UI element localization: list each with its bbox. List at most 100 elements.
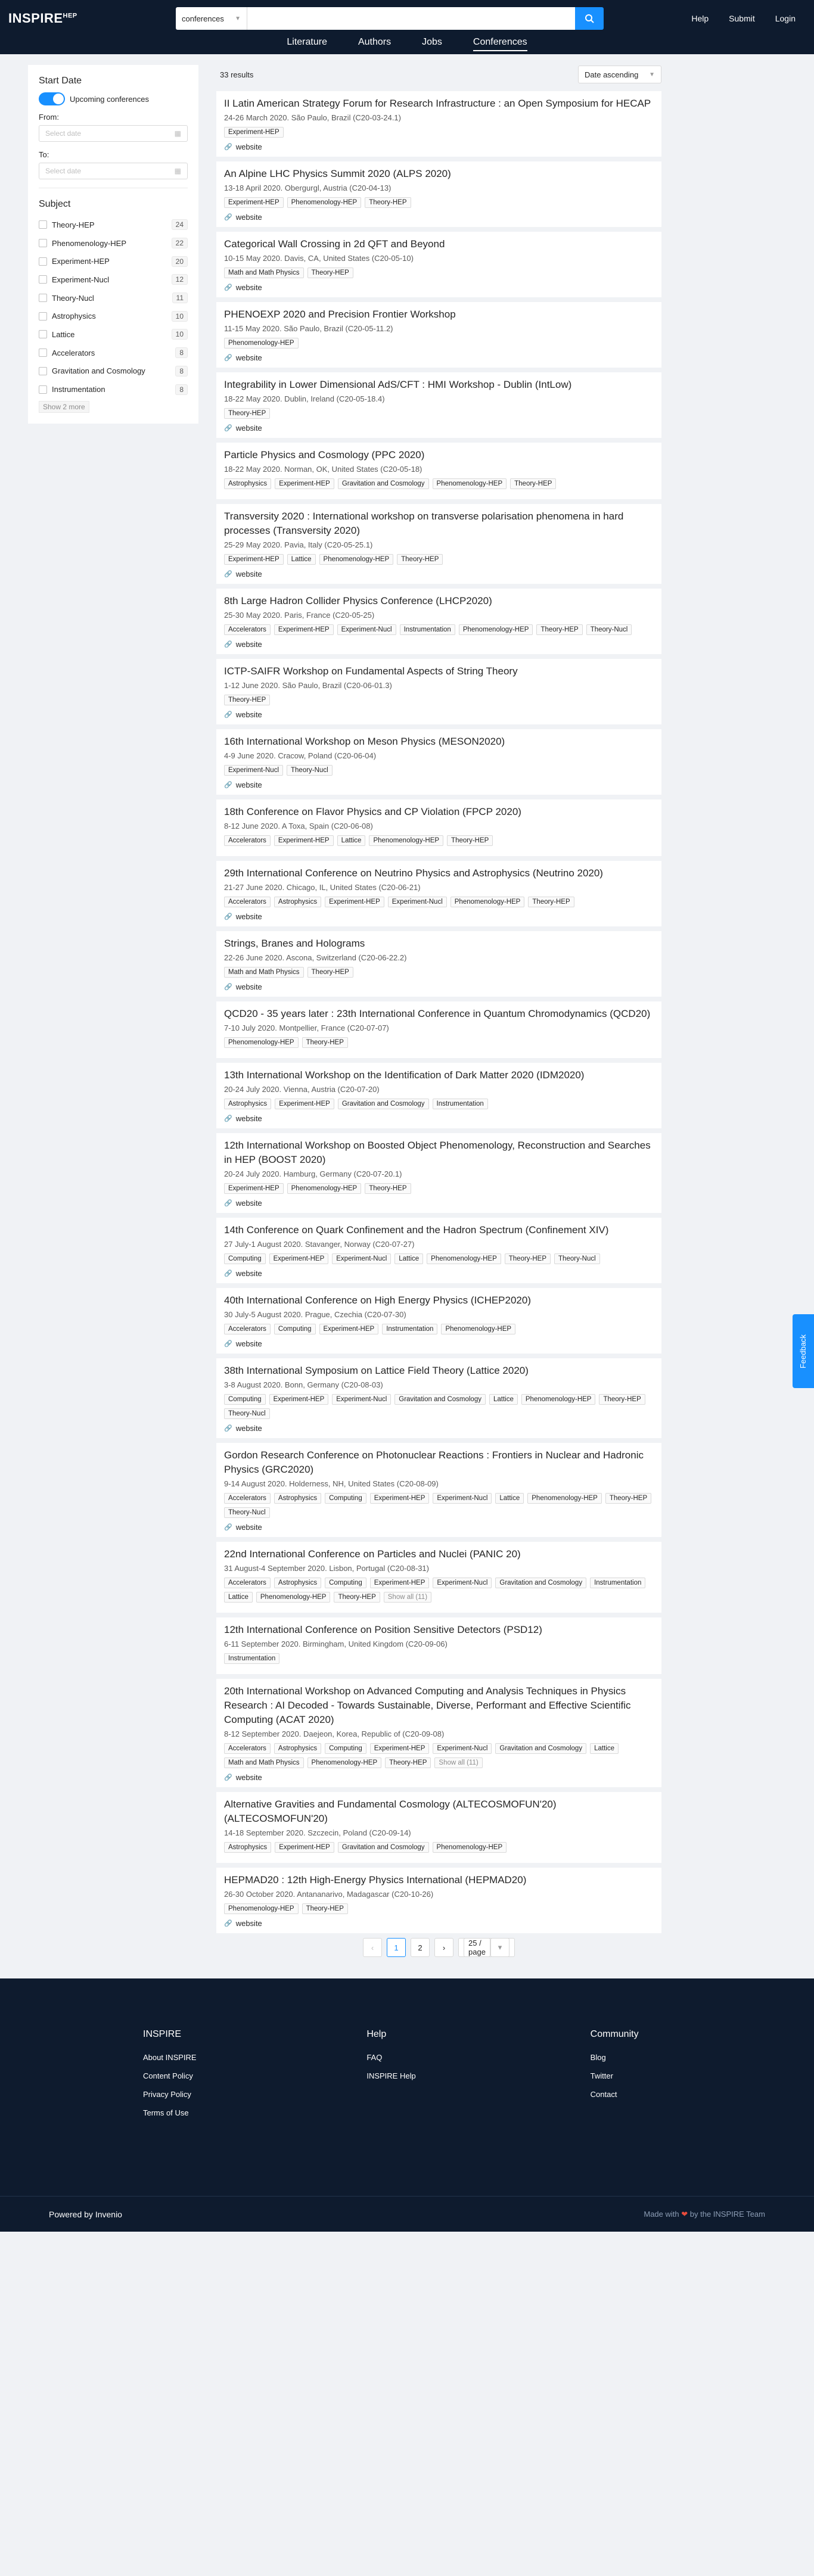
subject-tag[interactable]: Experiment-HEP [369, 1743, 430, 1754]
to-date-input[interactable]: Select date ▦ [39, 163, 188, 179]
conference-title[interactable]: An Alpine LHC Physics Summit 2020 (ALPS … [224, 167, 654, 181]
subject-tag[interactable]: Theory-Nucl [586, 624, 632, 635]
subject-tag[interactable]: Gravitation and Cosmology [337, 1099, 429, 1109]
subject-tag[interactable]: Theory-HEP [528, 897, 574, 907]
checkbox[interactable] [39, 330, 47, 339]
subject-tag[interactable]: Lattice [495, 1493, 524, 1504]
subject-filter-item[interactable]: Instrumentation 8 [39, 380, 188, 399]
subject-tag[interactable]: Phenomenology-HEP [427, 1253, 501, 1264]
subject-tag[interactable]: Theory-HEP [599, 1394, 645, 1405]
conference-title[interactable]: 16th International Workshop on Meson Phy… [224, 735, 654, 749]
subject-filter-item[interactable]: Theory-HEP 24 [39, 216, 188, 234]
subject-tag[interactable]: Computing [325, 1578, 366, 1588]
subject-tag[interactable]: Lattice [224, 1592, 253, 1603]
subject-tag[interactable]: Theory-HEP [334, 1592, 380, 1603]
subject-tag[interactable]: Phenomenology-HEP [224, 338, 299, 349]
subject-tag[interactable]: Experiment-HEP [275, 1842, 334, 1853]
conference-title[interactable]: 40th International Conference on High En… [224, 1293, 654, 1308]
subject-tag[interactable]: Phenomenology-HEP [450, 897, 525, 907]
tab-jobs[interactable]: Jobs [422, 37, 442, 50]
subject-tag[interactable]: Math and Math Physics [224, 1757, 304, 1768]
upcoming-toggle[interactable] [39, 92, 65, 105]
from-date-input[interactable]: Select date ▦ [39, 125, 188, 142]
checkbox[interactable] [39, 385, 47, 394]
subject-tag[interactable]: Astrophysics [274, 1743, 322, 1754]
subject-tag[interactable]: Gravitation and Cosmology [495, 1578, 587, 1588]
search-button[interactable] [575, 7, 604, 30]
nav-link-submit[interactable]: Submit [719, 14, 765, 23]
show-all-tags-button[interactable]: Show all (11) [383, 1592, 432, 1603]
subject-tag[interactable]: Accelerators [224, 897, 271, 907]
subject-tag[interactable]: Theory-HEP [447, 835, 493, 846]
subject-tag[interactable]: Theory-HEP [307, 267, 353, 278]
page-button[interactable]: 2 [411, 1938, 430, 1957]
conference-title[interactable]: 22nd International Conference on Particl… [224, 1547, 654, 1561]
subject-tag[interactable]: Experiment-HEP [224, 554, 284, 565]
subject-tag[interactable]: Experiment-Nucl [337, 624, 396, 635]
subject-tag[interactable]: Phenomenology-HEP [256, 1592, 331, 1603]
footer-link[interactable]: Blog [591, 2053, 814, 2062]
subject-filter-item[interactable]: Accelerators 8 [39, 344, 188, 362]
subject-tag[interactable]: Gravitation and Cosmology [337, 1842, 429, 1853]
website-link[interactable]: 🔗 website [224, 1199, 654, 1208]
conference-title[interactable]: 29th International Conference on Neutrin… [224, 866, 654, 881]
subject-tag[interactable]: Experiment-HEP [275, 1099, 334, 1109]
tab-literature[interactable]: Literature [287, 37, 327, 50]
subject-tag[interactable]: Theory-HEP [224, 408, 271, 419]
website-link[interactable]: 🔗 website [224, 142, 654, 151]
subject-tag[interactable]: Phenomenology-HEP [307, 1757, 382, 1768]
website-link[interactable]: 🔗 website [224, 283, 654, 292]
website-link[interactable]: 🔗 website [224, 353, 654, 362]
checkbox[interactable] [39, 239, 47, 248]
subject-tag[interactable]: Lattice [590, 1743, 619, 1754]
conference-title[interactable]: 14th Conference on Quark Confinement and… [224, 1223, 654, 1237]
tab-authors[interactable]: Authors [358, 37, 391, 50]
subject-tag[interactable]: Phenomenology-HEP [458, 624, 533, 635]
subject-tag[interactable]: Astrophysics [224, 478, 272, 489]
subject-tag[interactable]: Experiment-HEP [224, 197, 284, 208]
subject-tag[interactable]: Experiment-Nucl [332, 1394, 392, 1405]
subject-tag[interactable]: Experiment-HEP [274, 835, 334, 846]
subject-tag[interactable]: Accelerators [224, 624, 271, 635]
subject-tag[interactable]: Experiment-HEP [275, 478, 334, 489]
website-link[interactable]: 🔗 website [224, 912, 654, 921]
subject-tag[interactable]: Astrophysics [274, 897, 322, 907]
footer-link[interactable]: INSPIRE Help [366, 2071, 590, 2080]
subject-tag[interactable]: Phenomenology-HEP [441, 1324, 516, 1334]
subject-tag[interactable]: Instrumentation [224, 1653, 280, 1664]
subject-tag[interactable]: Experiment-Nucl [433, 1743, 492, 1754]
subject-tag[interactable]: Accelerators [224, 1578, 271, 1588]
show-more-button[interactable]: Show 2 more [39, 400, 89, 413]
subject-tag[interactable]: Experiment-Nucl [433, 1493, 492, 1504]
subject-tag[interactable]: Theory-HEP [365, 1183, 411, 1194]
conference-title[interactable]: 13th International Workshop on the Ident… [224, 1068, 654, 1082]
next-page-button[interactable]: › [434, 1938, 453, 1957]
footer-link[interactable]: Twitter [591, 2071, 814, 2080]
page-size-select[interactable]: 25 / page ▾ [458, 1938, 515, 1957]
subject-tag[interactable]: Phenomenology-HEP [521, 1394, 596, 1405]
website-link[interactable]: 🔗 website [224, 1919, 654, 1928]
tab-conferences[interactable]: Conferences [473, 37, 527, 51]
conference-title[interactable]: 38th International Symposium on Lattice … [224, 1364, 654, 1378]
subject-tag[interactable]: Lattice [489, 1394, 518, 1405]
website-link[interactable]: 🔗 website [224, 1269, 654, 1278]
subject-filter-item[interactable]: Astrophysics 10 [39, 307, 188, 325]
subject-tag[interactable]: Gravitation and Cosmology [394, 1394, 486, 1405]
subject-tag[interactable]: Theory-HEP [536, 624, 583, 635]
footer-link[interactable]: Terms of Use [143, 2108, 366, 2117]
footer-link[interactable]: Content Policy [143, 2071, 366, 2080]
subject-tag[interactable]: Experiment-HEP [319, 1324, 379, 1334]
subject-tag[interactable]: Experiment-HEP [274, 624, 334, 635]
subject-filter-item[interactable]: Lattice 10 [39, 325, 188, 344]
nav-link-help[interactable]: Help [681, 14, 719, 23]
website-link[interactable]: 🔗 website [224, 1339, 654, 1348]
footer-link[interactable]: Privacy Policy [143, 2090, 366, 2099]
subject-filter-item[interactable]: Experiment-HEP 20 [39, 252, 188, 270]
conference-title[interactable]: Strings, Branes and Holograms [224, 937, 654, 951]
subject-tag[interactable]: Phenomenology-HEP [527, 1493, 602, 1504]
website-link[interactable]: 🔗 website [224, 1523, 654, 1532]
footer-link[interactable]: FAQ [366, 2053, 590, 2062]
subject-tag[interactable]: Theory-HEP [504, 1253, 551, 1264]
subject-tag[interactable]: Theory-HEP [605, 1493, 652, 1504]
subject-tag[interactable]: Instrumentation [399, 624, 455, 635]
